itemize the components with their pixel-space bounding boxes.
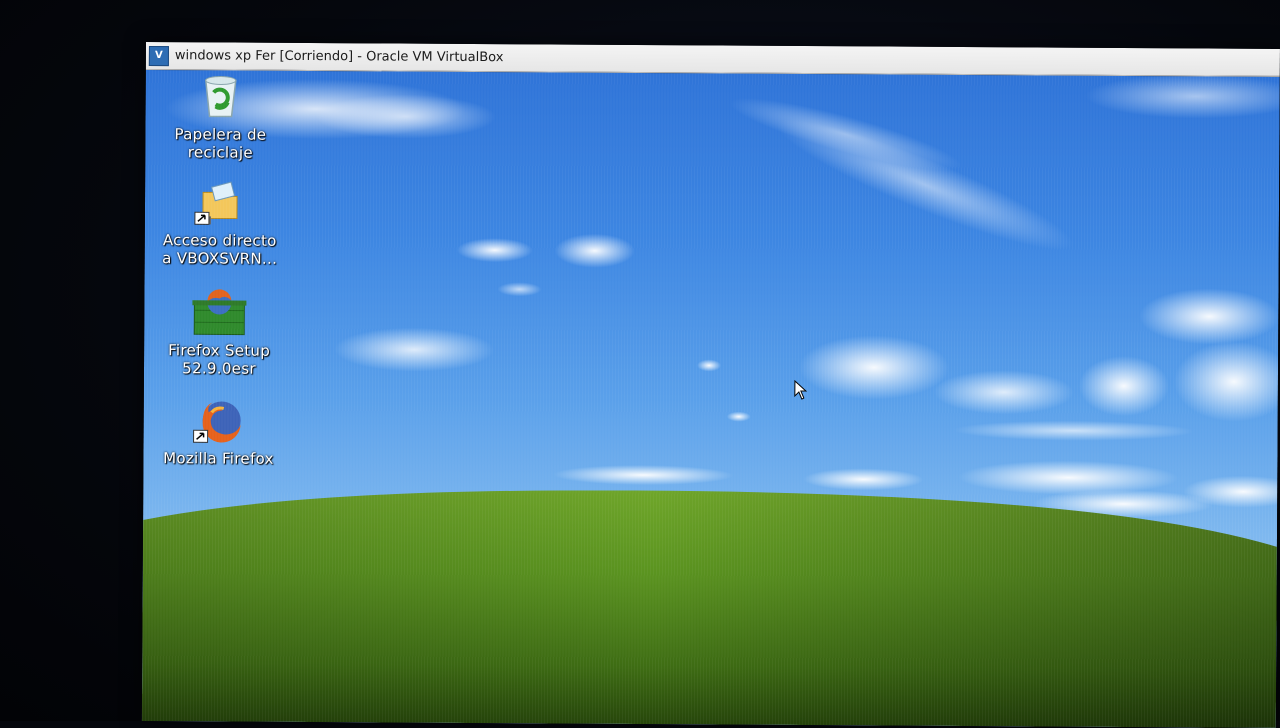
recycle-bin-label-line2: reciclaje <box>187 143 253 162</box>
window-title: windows xp Fer [Corriendo] - Oracle VM V… <box>174 48 504 66</box>
desktop-icon-recycle-bin[interactable]: Papelera de reciclaje <box>145 72 296 162</box>
virtualbox-window[interactable]: V windows xp Fer [Corriendo] - Oracle VM… <box>141 42 1280 728</box>
mouse-cursor-icon <box>794 379 808 405</box>
recycle-bin-icon <box>192 72 250 122</box>
mozilla-firefox-label: Mozilla Firefox <box>163 449 274 468</box>
firefox-setup-icon <box>190 288 248 338</box>
recycle-bin-label-line1: Papelera de <box>174 125 267 144</box>
desktop-icon-firefox-setup[interactable]: Firefox Setup 52.9.0esr <box>144 288 295 378</box>
firefox-setup-label-line1: Firefox Setup <box>168 341 271 360</box>
vboxsvr-shortcut-label-line1: Acceso directo <box>162 231 277 250</box>
bliss-wallpaper <box>141 74 1280 728</box>
vboxsvr-shortcut-label-line2: a VBOXSVRN... <box>162 249 278 268</box>
firefox-setup-label-line2: 52.9.0esr <box>182 359 256 378</box>
network-folder-icon <box>191 178 249 228</box>
virtualbox-icon: V <box>148 45 169 66</box>
desktop-icon-vboxsvr-shortcut[interactable]: Acceso directo a VBOXSVRN... <box>145 178 296 268</box>
xp-desktop[interactable]: Papelera de reciclaje Acceso directo a V… <box>141 69 1280 728</box>
desktop-icon-mozilla-firefox[interactable]: Mozilla Firefox <box>143 396 293 468</box>
firefox-icon <box>190 396 248 446</box>
